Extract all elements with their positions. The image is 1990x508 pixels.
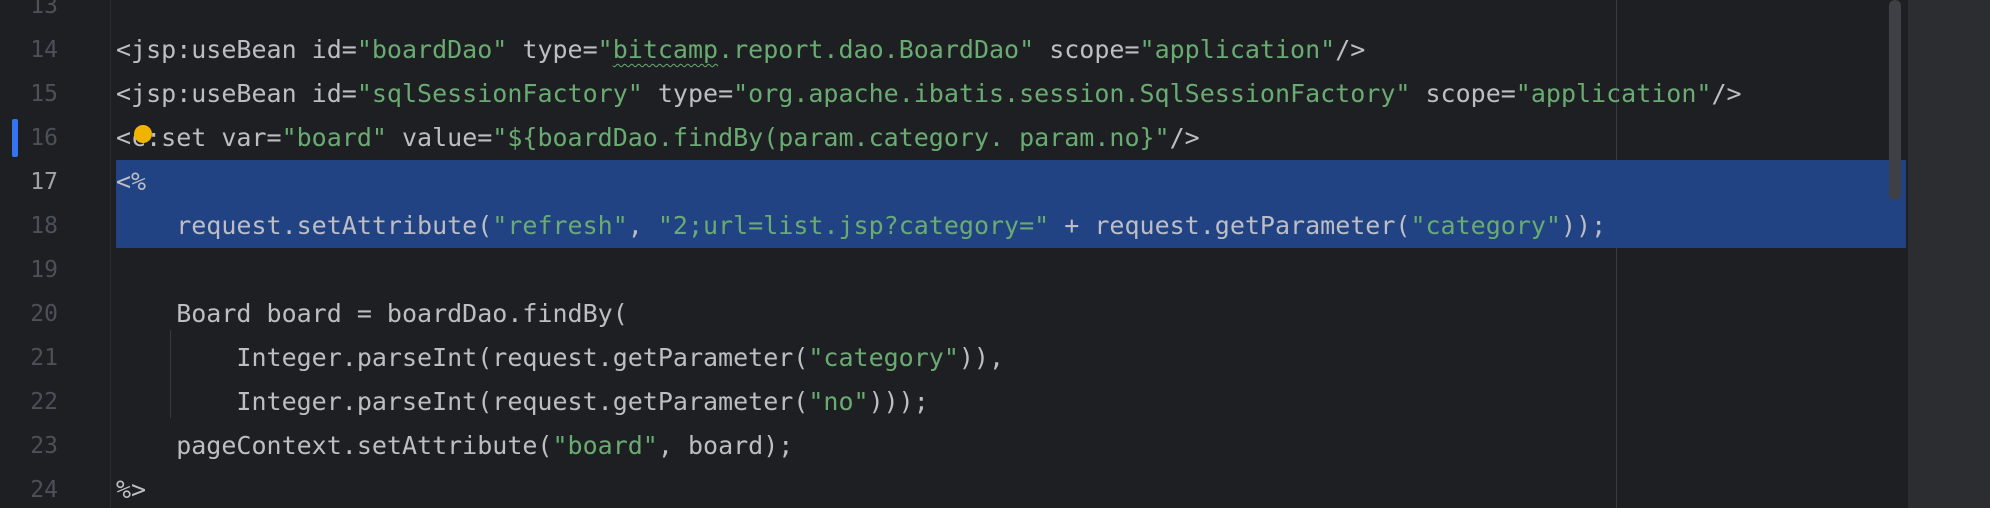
line-number[interactable]: 15 (0, 72, 58, 116)
string-literal: "category" (808, 343, 959, 372)
lightbulb-icon[interactable] (134, 125, 152, 143)
code-token: /> (1711, 79, 1742, 108)
code-line[interactable]: 24 %> (0, 468, 1990, 508)
code-token: request.setAttribute( (116, 211, 493, 240)
code-token: Board board = boardDao.findBy( (116, 299, 628, 328)
code-token: + request.getParameter( (1049, 211, 1411, 240)
string-literal: "board" (281, 123, 387, 152)
code-line[interactable]: 16 <c:set var="board" value="${boardDao.f… (0, 116, 1990, 160)
code-token: <jsp:useBean id= (116, 79, 357, 108)
code-token: /> (1335, 35, 1366, 64)
code-line[interactable]: 17 <% (0, 160, 1990, 204)
code-token: <jsp:useBean id= (116, 35, 357, 64)
string-literal: "refresh" (492, 211, 628, 240)
code-text[interactable]: Integer.parseInt(request.getParameter("n… (116, 380, 929, 424)
code-token: scope= (1410, 79, 1516, 108)
string-literal: "application" (1515, 79, 1712, 108)
code-token: )); (1560, 211, 1607, 240)
code-token: Integer.parseInt(request.getParameter( (116, 343, 809, 372)
code-text[interactable]: Integer.parseInt(request.getParameter("c… (116, 336, 1004, 380)
vcs-change-marker[interactable] (12, 119, 18, 157)
vertical-scrollbar[interactable] (1886, 0, 1904, 508)
code-line[interactable]: 14 <jsp:useBean id="boardDao" type="bitca… (0, 28, 1990, 72)
string-literal: "org.apache.ibatis.session.SqlSessionFac… (733, 79, 1411, 108)
code-line[interactable]: 18 request.setAttribute("refresh", "2;ur… (0, 204, 1990, 248)
line-number[interactable]: 22 (0, 380, 58, 424)
code-token: type= (507, 35, 598, 64)
code-text[interactable]: Board board = boardDao.findBy( (116, 292, 628, 336)
line-number[interactable]: 16 (0, 116, 58, 160)
line-number[interactable]: 14 (0, 28, 58, 72)
code-line[interactable]: 22 Integer.parseInt(request.getParameter… (0, 380, 1990, 424)
line-number[interactable]: 21 (0, 336, 58, 380)
code-text[interactable]: pageContext.setAttribute("board", board)… (116, 424, 793, 468)
string-literal: "${boardDao.findBy(param.category. param… (492, 123, 1170, 152)
string-literal: .report.dao.BoardDao" (718, 35, 1035, 64)
line-number[interactable]: 13 (0, 0, 58, 28)
indent-guide (170, 330, 171, 418)
line-number[interactable]: 19 (0, 248, 58, 292)
code-text[interactable]: %> (116, 468, 146, 508)
code-token: /> (1169, 123, 1200, 152)
string-literal: "application" (1139, 35, 1336, 64)
string-literal: bitcamp (612, 35, 719, 64)
string-literal: " (597, 35, 613, 64)
code-line[interactable]: 13 (0, 0, 1990, 28)
code-line[interactable]: 19 (0, 248, 1990, 292)
code-token: , board); (657, 431, 794, 460)
code-token: <% (116, 167, 147, 196)
code-text[interactable]: request.setAttribute("refresh", "2;url=l… (116, 204, 1606, 248)
string-literal: "no" (808, 387, 869, 416)
code-line[interactable]: 20 Board board = boardDao.findBy( (0, 292, 1990, 336)
right-side-panel (1908, 0, 1990, 508)
code-line[interactable]: 15 <jsp:useBean id="sqlSessionFactory" ty… (0, 72, 1990, 116)
line-number[interactable]: 20 (0, 292, 58, 336)
scrollbar-thumb[interactable] (1889, 0, 1901, 200)
code-token: , (627, 211, 658, 240)
code-token: ))); (868, 387, 929, 416)
line-number[interactable]: 24 (0, 468, 58, 508)
code-line[interactable]: 21 Integer.parseInt(request.getParameter… (0, 336, 1990, 380)
line-number[interactable]: 23 (0, 424, 58, 468)
code-token: scope= (1034, 35, 1140, 64)
code-line[interactable]: 23 pageContext.setAttribute("board", boa… (0, 424, 1990, 468)
string-literal: "2;url=list.jsp?category=" (657, 211, 1050, 240)
string-literal: "sqlSessionFactory" (356, 79, 643, 108)
code-editor[interactable]: 13 14 <jsp:useBean id="boardDao" type="bit… (0, 0, 1990, 508)
code-token: value= (386, 123, 493, 152)
code-text[interactable]: <jsp:useBean id="boardDao" type="bitcamp… (116, 28, 1365, 72)
code-text[interactable]: <jsp:useBean id="sqlSessionFactory" type… (116, 72, 1742, 116)
code-token: pageContext.setAttribute( (116, 431, 553, 460)
code-token: %> (116, 475, 147, 504)
code-token: Integer.parseInt(request.getParameter( (116, 387, 809, 416)
code-text[interactable]: <c:set var="board" value="${boardDao.fin… (116, 116, 1200, 160)
string-literal: "category" (1410, 211, 1561, 240)
string-literal: "boardDao" (356, 35, 508, 64)
line-number[interactable]: 18 (0, 204, 58, 248)
code-text[interactable]: <% (116, 160, 146, 204)
string-literal: "board" (552, 431, 658, 460)
code-token: type= (642, 79, 734, 108)
code-token: )), (958, 343, 1005, 372)
line-number[interactable]: 17 (0, 160, 58, 204)
